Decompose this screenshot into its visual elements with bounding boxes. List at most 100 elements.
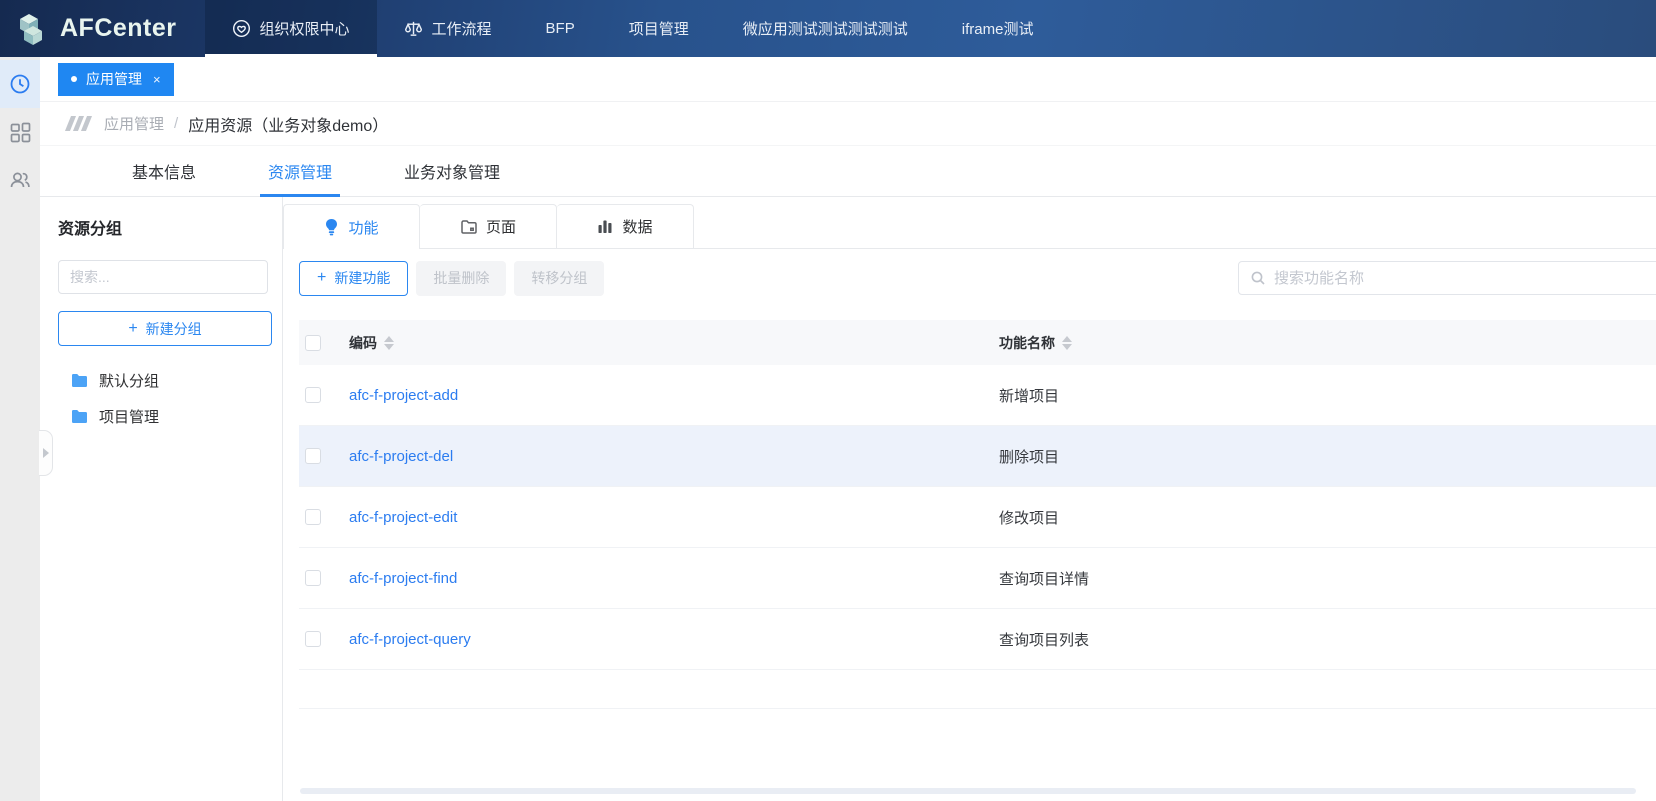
group-item-project-mgmt[interactable]: 项目管理 (58, 398, 267, 434)
new-group-button[interactable]: + 新建分组 (58, 311, 272, 346)
breadcrumb-separator: / (174, 115, 178, 132)
plus-icon: + (128, 321, 137, 337)
workspace-tab-app-mgmt[interactable]: 应用管理 × (58, 63, 174, 96)
tab-data[interactable]: 数据 (557, 204, 694, 248)
brand[interactable]: AFCenter (0, 0, 205, 57)
function-code-link[interactable]: afc-f-project-query (349, 631, 999, 648)
workspace-tabs-bar: 应用管理 × (40, 57, 1656, 102)
brand-name: AFCenter (60, 14, 177, 43)
afcenter-logo-icon (16, 11, 50, 47)
tab-business-object-mgmt[interactable]: 业务对象管理 (380, 146, 524, 196)
table-row[interactable]: afc-f-project-edit 修改项目 (299, 487, 1656, 548)
bulb-icon (324, 218, 339, 236)
resource-type-tabs: 功能 页面 (283, 204, 1656, 249)
new-function-label: 新建功能 (334, 268, 390, 288)
group-item-default[interactable]: 默认分组 (58, 362, 267, 398)
table-row[interactable]: afc-f-project-add 新增项目 (299, 365, 1656, 426)
breadcrumb: 应用管理 / 应用资源（业务对象demo） (40, 102, 1656, 146)
scales-icon (404, 19, 423, 38)
nav-item-workflow[interactable]: 工作流程 (377, 0, 519, 57)
nav-item-label: BFP (546, 20, 575, 37)
function-code-link[interactable]: afc-f-project-add (349, 387, 999, 404)
function-code-link[interactable]: afc-f-project-edit (349, 509, 999, 526)
nav-item-iframe-test[interactable]: iframe测试 (935, 0, 1061, 57)
function-name: 查询项目列表 (999, 629, 1656, 650)
grid-icon (10, 122, 31, 143)
nav-item-label: 组织权限中心 (260, 18, 350, 39)
row-checkbox[interactable] (305, 387, 321, 403)
select-all-checkbox[interactable] (305, 335, 321, 351)
row-checkbox[interactable] (305, 570, 321, 586)
users-icon (9, 169, 31, 191)
panel-collapse-handle[interactable] (39, 430, 53, 476)
resource-main-panel: 功能 页面 (283, 197, 1656, 801)
row-checkbox[interactable] (305, 509, 321, 525)
row-checkbox[interactable] (305, 448, 321, 464)
group-tree: 默认分组 项目管理 (58, 362, 267, 434)
function-code-link[interactable]: afc-f-project-find (349, 570, 999, 587)
breadcrumb-section[interactable]: 应用管理 (104, 113, 164, 134)
batch-delete-label: 批量删除 (433, 268, 489, 288)
rail-item-apps[interactable] (0, 108, 40, 156)
table-row[interactable]: afc-f-project-query 查询项目列表 (299, 609, 1656, 670)
tab-resource-mgmt[interactable]: 资源管理 (244, 146, 356, 196)
tab-pages[interactable]: 页面 (420, 204, 557, 248)
function-code-link[interactable]: afc-f-project-del (349, 448, 999, 465)
nav-item-project-mgmt[interactable]: 项目管理 (602, 0, 716, 57)
function-name: 修改项目 (999, 507, 1656, 528)
nav-item-label: iframe测试 (962, 18, 1034, 39)
tab-label: 资源管理 (268, 159, 332, 183)
tab-label: 页面 (486, 216, 516, 237)
column-header-name[interactable]: 功能名称 (999, 333, 1656, 353)
page-tabs: 基本信息 资源管理 业务对象管理 (40, 146, 1656, 197)
function-name: 查询项目详情 (999, 568, 1656, 589)
row-checkbox[interactable] (305, 631, 321, 647)
nav-item-label: 微应用测试测试测试测试 (743, 18, 908, 39)
table-row[interactable]: afc-f-project-find 查询项目详情 (299, 548, 1656, 609)
tab-label: 业务对象管理 (404, 159, 500, 183)
search-icon (1250, 270, 1266, 286)
slashes-icon (68, 116, 92, 131)
horizontal-scrollbar[interactable] (300, 788, 1636, 794)
tab-functions[interactable]: 功能 (283, 204, 420, 249)
sort-caret-icon[interactable] (384, 336, 394, 350)
folder-icon (71, 409, 88, 424)
group-search-input[interactable] (58, 260, 268, 294)
function-toolbar: + 新建功能 批量删除 转移分组 (299, 260, 1656, 296)
function-name: 新增项目 (999, 385, 1656, 406)
transfer-group-label: 转移分组 (531, 268, 587, 288)
heart-badge-icon (232, 19, 251, 38)
functions-table: 编码 功能名称 afc-f-project-add 新增项目 (299, 320, 1656, 709)
transfer-group-button[interactable]: 转移分组 (514, 261, 604, 296)
column-label: 功能名称 (999, 333, 1055, 353)
plus-icon: + (317, 269, 326, 287)
column-header-code[interactable]: 编码 (349, 333, 999, 353)
new-group-label: 新建分组 (146, 319, 202, 339)
nav-item-label: 工作流程 (432, 18, 492, 39)
new-function-button[interactable]: + 新建功能 (299, 261, 408, 296)
nav-item-microapp-test[interactable]: 微应用测试测试测试测试 (716, 0, 935, 57)
nav-item-bfp[interactable]: BFP (519, 0, 602, 57)
rail-item-history[interactable] (0, 60, 40, 108)
close-icon[interactable]: × (153, 72, 161, 87)
rail-item-users[interactable] (0, 156, 40, 204)
left-icon-rail (0, 57, 40, 801)
function-name: 删除项目 (999, 446, 1656, 467)
chevron-right-icon (43, 448, 49, 458)
tab-basic-info[interactable]: 基本信息 (108, 146, 220, 196)
nav-item-label: 项目管理 (629, 18, 689, 39)
sort-caret-icon[interactable] (1062, 336, 1072, 350)
table-header-row: 编码 功能名称 (299, 320, 1656, 365)
batch-delete-button[interactable]: 批量删除 (416, 261, 506, 296)
resource-group-panel: 资源分组 + 新建分组 默认分组 (40, 197, 283, 801)
workspace-tab-label: 应用管理 (86, 69, 142, 89)
group-label: 项目管理 (99, 406, 159, 427)
top-navbar: AFCenter 组织权限中心 工作流程 BFP (0, 0, 1656, 57)
table-row[interactable]: afc-f-project-del 删除项目 (299, 426, 1656, 487)
clock-icon (9, 73, 31, 95)
function-search-input[interactable] (1274, 270, 1656, 287)
table-end-spacer (299, 670, 1656, 709)
nav-item-org-permission[interactable]: 组织权限中心 (205, 0, 377, 57)
tab-label: 数据 (622, 216, 652, 237)
panel-title: 资源分组 (58, 215, 267, 239)
